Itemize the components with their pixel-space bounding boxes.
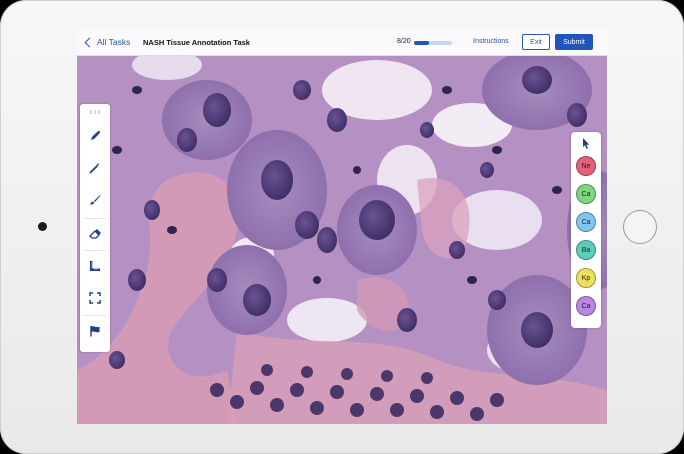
flag-tool[interactable] bbox=[83, 319, 107, 343]
label-chip-ca[interactable]: Ca bbox=[576, 184, 596, 204]
toolbar-divider bbox=[84, 250, 106, 251]
progress-bar bbox=[414, 41, 452, 45]
fullscreen-tool[interactable] bbox=[83, 286, 107, 310]
pointer-select-icon[interactable] bbox=[580, 137, 592, 151]
expand-icon bbox=[89, 292, 101, 304]
label-chip-ca[interactable]: Ca bbox=[576, 212, 596, 232]
eraser-icon bbox=[89, 229, 101, 239]
instructions-link[interactable]: Instructions bbox=[473, 38, 509, 45]
tablet-device: All Tasks NASH Tissue Annotation Task 8/… bbox=[0, 0, 684, 454]
all-tasks-label: All Tasks bbox=[97, 37, 131, 47]
exit-button[interactable]: Exit bbox=[522, 34, 550, 50]
task-title: NASH Tissue Annotation Task bbox=[143, 38, 250, 47]
front-camera bbox=[38, 222, 47, 231]
tissue-slide-image[interactable] bbox=[77, 30, 607, 424]
label-chip-kp[interactable]: Kp bbox=[576, 268, 596, 288]
home-button[interactable] bbox=[623, 210, 657, 244]
brush-icon bbox=[90, 195, 101, 205]
ruler-icon bbox=[90, 261, 100, 271]
eraser-tool[interactable] bbox=[83, 222, 107, 246]
pen-tool[interactable] bbox=[83, 124, 107, 148]
drag-handle-icon[interactable] bbox=[90, 110, 100, 114]
submit-button[interactable]: Submit bbox=[555, 34, 593, 50]
app-screen: All Tasks NASH Tissue Annotation Task 8/… bbox=[77, 30, 607, 424]
all-tasks-link[interactable]: All Tasks bbox=[84, 37, 131, 48]
label-chip-ca[interactable]: Ca bbox=[576, 296, 596, 316]
label-chip-ba[interactable]: Ba bbox=[576, 240, 596, 260]
label-palette: Ne Ca Ca Ba Kp Ca bbox=[571, 132, 601, 328]
label-chip-ne[interactable]: Ne bbox=[576, 156, 596, 176]
toolbar-divider bbox=[84, 315, 106, 316]
chevron-left-icon bbox=[84, 37, 95, 48]
flag-icon bbox=[90, 326, 100, 337]
pen-icon bbox=[91, 130, 101, 140]
top-bar: All Tasks NASH Tissue Annotation Task 8/… bbox=[77, 30, 607, 56]
toolbar-divider bbox=[84, 218, 106, 219]
progress-count: 8/20 bbox=[397, 38, 411, 45]
annotation-toolbar bbox=[80, 104, 110, 352]
ruler-tool[interactable] bbox=[83, 254, 107, 278]
magic-wand-tool[interactable] bbox=[83, 156, 107, 180]
magic-wand-icon bbox=[89, 162, 100, 174]
progress-bar-fill bbox=[414, 41, 430, 45]
brush-tool[interactable] bbox=[83, 188, 107, 212]
